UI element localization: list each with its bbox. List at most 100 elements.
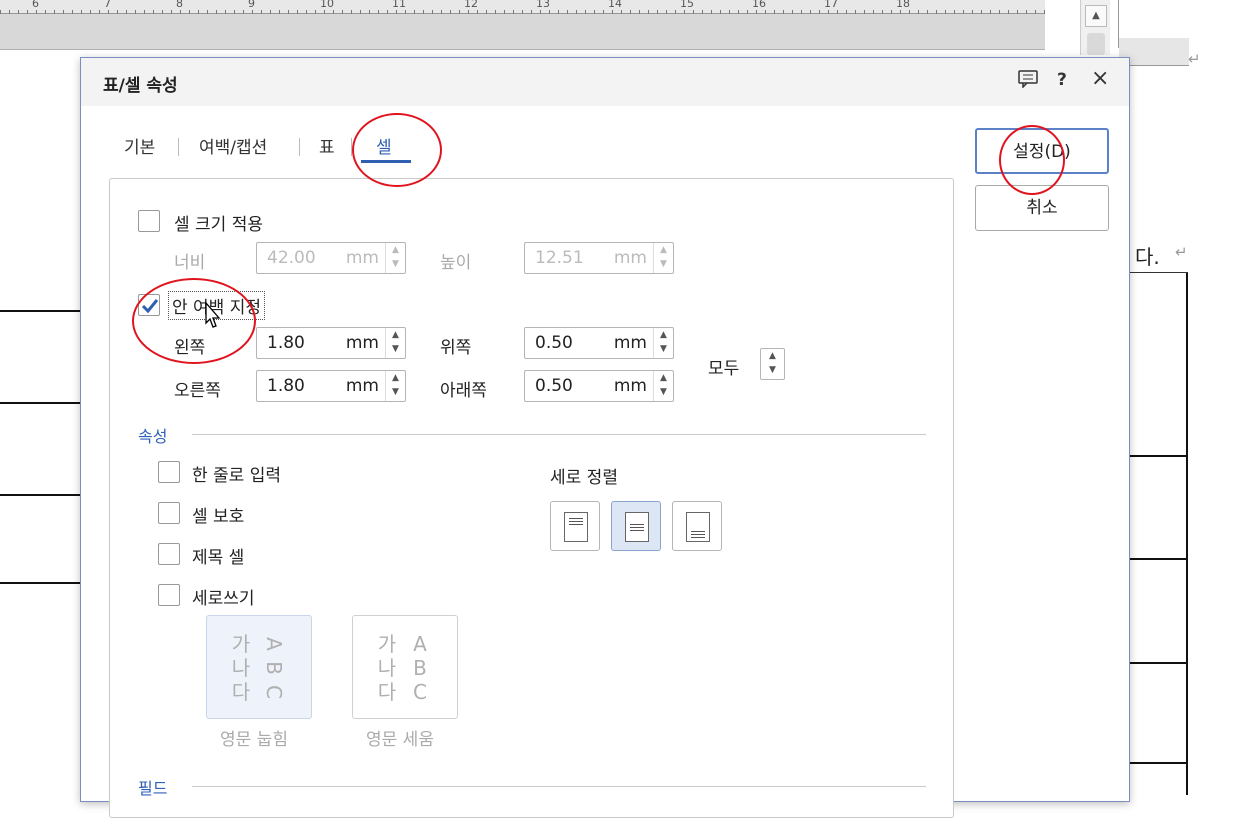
spinner-arrows-icon[interactable]: ▲ ▼: [653, 371, 673, 401]
all-margin-spinner[interactable]: ▲ ▼: [760, 348, 785, 380]
ruler-tick: [549, 10, 550, 14]
top-unit: mm: [613, 333, 647, 353]
vertical-scrollbar[interactable]: ▲: [1080, 0, 1110, 55]
ruler-tick: [594, 10, 595, 14]
scroll-up-icon[interactable]: ▲: [1085, 5, 1107, 27]
right-margin-spinner[interactable]: 1.80 mm ▲ ▼: [256, 370, 406, 402]
help-icon[interactable]: ?: [1057, 70, 1067, 90]
ruler-number: 8: [176, 0, 183, 10]
ruler-tick: [774, 10, 775, 14]
ruler-tick: [324, 10, 325, 14]
one-line-checkbox[interactable]: [158, 461, 180, 483]
ruler-tick: [621, 10, 622, 14]
ruler-tick: [819, 10, 820, 14]
width-spinner[interactable]: 42.00 mm ▲ ▼: [256, 242, 406, 274]
table-line: [1130, 455, 1188, 457]
comment-icon[interactable]: [1018, 70, 1038, 93]
align-center-icon: [625, 512, 649, 542]
sample-char: C: [262, 685, 286, 699]
spinner-arrows-icon[interactable]: ▲ ▼: [653, 328, 673, 358]
ruler-tick: [99, 10, 100, 14]
ruler-tick: [423, 10, 424, 14]
dialog-titlebar[interactable]: 표/셀 속성 ? ×: [81, 58, 1129, 106]
table-line: [1186, 272, 1188, 795]
right-value: 1.80: [267, 376, 305, 396]
cell-size-checkbox[interactable]: [138, 210, 160, 232]
top-margin-spinner[interactable]: 0.50 mm ▲ ▼: [524, 327, 674, 359]
spinner-arrows-icon[interactable]: ▲ ▼: [385, 243, 405, 273]
height-value: 12.51: [535, 248, 584, 268]
ruler-tick: [72, 10, 73, 14]
ruler-tick: [270, 10, 271, 14]
left-margin-spinner[interactable]: 1.80 mm ▲ ▼: [256, 327, 406, 359]
bottom-unit: mm: [613, 376, 647, 396]
ruler-tick: [855, 10, 856, 14]
cell-protect-checkbox[interactable]: [158, 502, 180, 524]
ruler-tick: [387, 10, 388, 14]
spinner-arrows-icon[interactable]: ▲ ▼: [385, 328, 405, 358]
ruler-tick: [1035, 10, 1036, 14]
ruler-tick: [369, 10, 370, 14]
table-line: [1130, 272, 1188, 273]
annotation-circle: [999, 125, 1065, 195]
latin-lying-option[interactable]: 가 나 다 A B C: [206, 615, 312, 719]
ruler-tick: [342, 10, 343, 14]
title-cell-checkbox[interactable]: [158, 543, 180, 565]
ruler-tick: [666, 10, 667, 14]
vertical-writing-checkbox[interactable]: [158, 584, 180, 606]
ruler-tick: [747, 10, 748, 14]
ruler-tick: [522, 10, 523, 14]
ruler-tick: [972, 10, 973, 14]
ruler-tick: [261, 10, 262, 14]
valign-top-button[interactable]: [550, 501, 600, 551]
sample-char: A: [413, 632, 427, 656]
spinner-arrows-icon[interactable]: ▲ ▼: [761, 349, 784, 379]
ruler-ticks: 6 7 8 9 10 11 12 13 14 15 16 17 18: [0, 0, 1045, 14]
ruler-tick: [216, 10, 217, 14]
bottom-value: 0.50: [535, 376, 573, 396]
sample-char: 가: [231, 632, 251, 656]
valign-bottom-button[interactable]: [672, 501, 722, 551]
scroll-thumb[interactable]: [1087, 33, 1105, 55]
tab-margin-caption[interactable]: 여백/캡션: [199, 133, 267, 158]
ruler-tick: [990, 10, 991, 14]
align-bottom-icon: [686, 512, 710, 542]
latin-standing-option[interactable]: 가 나 다 A B C: [352, 615, 458, 719]
bottom-label: 아래쪽: [440, 381, 487, 401]
sample-char: B: [262, 661, 286, 675]
sample-char: B: [413, 656, 427, 680]
table-cell-properties-dialog: 표/셀 속성 ? × 기본 여백/캡션 표 셀 설정(D) 취소 셀 크기 적용…: [80, 57, 1130, 818]
horizontal-ruler: 6 7 8 9 10 11 12 13 14 15 16 17 18: [0, 0, 1045, 50]
ruler-tick: [495, 10, 496, 14]
ruler-tick: [306, 10, 307, 14]
ruler-number: 6: [32, 0, 39, 10]
ruler-tick: [378, 10, 379, 14]
valign-center-button[interactable]: [611, 501, 661, 551]
tab-basic[interactable]: 기본: [124, 133, 155, 158]
height-spinner[interactable]: 12.51 mm ▲ ▼: [524, 242, 674, 274]
ruler-tick: [558, 10, 559, 14]
spinner-arrows-icon[interactable]: ▲ ▼: [653, 243, 673, 273]
ruler-tick: [810, 10, 811, 14]
spinner-arrows-icon[interactable]: ▲ ▼: [385, 371, 405, 401]
ruler-tick: [279, 10, 280, 14]
ruler-tick: [612, 10, 613, 14]
ruler-number: 15: [680, 0, 694, 10]
ruler-tick: [576, 10, 577, 14]
right-unit: mm: [345, 376, 379, 396]
close-icon[interactable]: ×: [1091, 66, 1109, 91]
ruler-number: 16: [752, 0, 766, 10]
ruler-tick: [684, 10, 685, 14]
ruler-tick: [414, 10, 415, 14]
ruler-tick: [90, 10, 91, 14]
ruler-tick: [198, 10, 199, 14]
tab-table[interactable]: 표: [319, 133, 335, 158]
bottom-margin-spinner[interactable]: 0.50 mm ▲ ▼: [524, 370, 674, 402]
ruler-tick: [63, 10, 64, 14]
ruler-tick: [225, 10, 226, 14]
ruler-tick: [711, 10, 712, 14]
ruler-tick: [315, 10, 316, 14]
top-label: 위쪽: [440, 338, 472, 358]
ruler-tick: [180, 10, 181, 14]
width-unit: mm: [345, 248, 379, 268]
